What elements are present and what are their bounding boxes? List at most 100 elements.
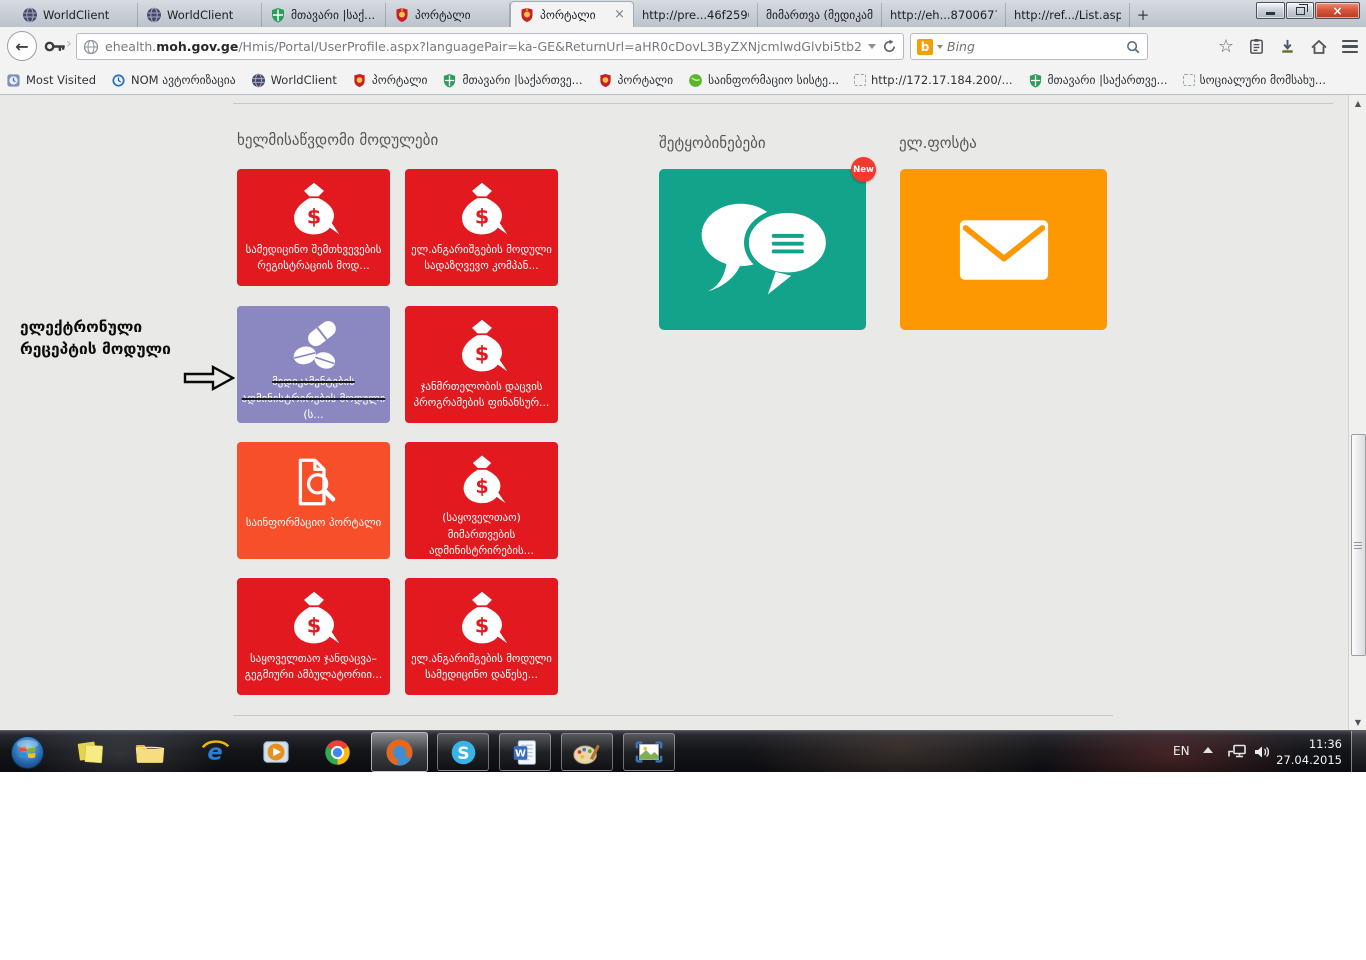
blank-area — [0, 772, 1366, 960]
url-bar[interactable]: ehealth.moh.gov.ge/Hmis/Portal/UserProfi… — [76, 33, 904, 60]
messages-tile[interactable]: New — [659, 169, 866, 330]
restore-button[interactable] — [1286, 2, 1314, 19]
search-bar[interactable]: b Bing — [910, 33, 1148, 60]
bookmarks-bar: Most Visited NOM ავტორიზაცია WorldClient… — [0, 66, 1366, 95]
network-icon[interactable] — [1226, 743, 1248, 760]
bookmark-worldclient[interactable]: WorldClient — [251, 73, 337, 88]
default-bookmark-icon — [1183, 74, 1195, 86]
tab-pre[interactable]: http://pre...46f2590af — [634, 3, 758, 27]
bookmark-ip[interactable]: http://172.17.184.200/... — [854, 73, 1013, 87]
default-bookmark-icon — [854, 74, 866, 86]
scroll-up-button[interactable]: ▲ — [1350, 95, 1366, 111]
url-dropdown-icon[interactable] — [868, 44, 876, 49]
key-icon — [44, 40, 66, 53]
top-divider — [233, 103, 1333, 104]
module-tile-health-programs[interactable]: $ ჯანმრთელობის დაცვის პროგრამების ფინანს… — [405, 306, 558, 423]
most-visited-icon — [6, 73, 21, 88]
tab-close-icon[interactable]: × — [612, 7, 625, 22]
taskbar-clock[interactable]: 11:36 27.04.2015 — [1272, 736, 1342, 768]
reload-icon[interactable] — [882, 39, 897, 54]
bing-icon[interactable]: b — [917, 39, 933, 55]
downloads-icon[interactable] — [1279, 38, 1296, 55]
snipping-tool-taskbar-button[interactable] — [623, 733, 675, 771]
paint-taskbar-button[interactable] — [561, 733, 613, 771]
bookmark-nom[interactable]: NOM ავტორიზაცია — [111, 73, 236, 88]
tab-label: http://eh...870067780 — [890, 8, 997, 22]
menu-icon[interactable] — [1342, 40, 1358, 54]
tab-label: http://ref.../List.aspx — [1014, 8, 1121, 22]
media-player-icon[interactable] — [256, 734, 296, 770]
bookmark-label: მთავარი |საქართვე... — [1048, 73, 1168, 87]
bookmark-label: სოციალური მომსახუ... — [1200, 73, 1326, 87]
skype-taskbar-button[interactable]: S — [437, 733, 489, 771]
tab-mtavari[interactable]: მთავარი |საქ... — [262, 3, 386, 27]
bookmark-portal-1[interactable]: პორტალი — [352, 73, 428, 88]
worldclient-globe-icon — [251, 73, 266, 88]
svg-text:$: $ — [474, 205, 489, 229]
bookmark-most-visited[interactable]: Most Visited — [6, 73, 96, 88]
bookmark-mtavari-2[interactable]: მთავარი |საქართვე... — [1028, 73, 1168, 88]
home-icon[interactable] — [1310, 38, 1328, 56]
bookmarks-list-icon[interactable] — [1248, 38, 1265, 55]
hidden-icons-arrow[interactable] — [1203, 747, 1213, 753]
bookmark-mtavari-1[interactable]: მთავარი |საქართვე... — [442, 73, 582, 88]
module-tile-medications[interactable]: მედიკამენტების ადმინისტრირების მოდული (ს… — [237, 306, 390, 423]
bookmark-social[interactable]: სოციალური მომსახუ... — [1183, 73, 1326, 87]
restore-icon — [1296, 7, 1305, 15]
explorer-folder-icon[interactable] — [130, 734, 170, 770]
tab-portal-1[interactable]: პორტალი — [386, 3, 510, 27]
module-tile-referrals[interactable]: $ (საყოველთაო) მიმართვების ადმინისტრირებ… — [405, 442, 558, 559]
search-placeholder: Bing — [947, 39, 1121, 54]
tab-worldclient-2[interactable]: WorldClient — [138, 3, 262, 27]
bookmark-star-icon[interactable]: ☆ — [1218, 38, 1234, 56]
page-scrollbar[interactable]: ▲ ▼ — [1348, 95, 1366, 730]
snipping-tool-icon — [634, 737, 664, 767]
language-indicator[interactable]: EN — [1173, 744, 1190, 758]
tab-worldclient-1[interactable]: WorldClient — [14, 3, 138, 27]
firefox-icon — [384, 737, 415, 768]
bookmark-label: პორტალი — [618, 73, 674, 87]
tab-ref[interactable]: http://ref.../List.aspx — [1006, 3, 1130, 27]
tab-eh[interactable]: http://eh...870067780 — [882, 3, 1006, 27]
modules-section-header: ხელმისაწვდომი მოდულები — [237, 131, 438, 149]
email-tile[interactable] — [900, 169, 1107, 330]
scroll-down-button[interactable]: ▼ — [1350, 714, 1366, 730]
module-tile-ereport-insurance[interactable]: $ ელ.ანგარიშგების მოდული სადაზღვევო კომპ… — [405, 169, 558, 286]
minimize-button[interactable] — [1256, 2, 1285, 19]
clock-icon — [111, 73, 126, 88]
module-tile-label: (საყოველთაო) მიმართვების ადმინისტრირების… — [409, 510, 555, 559]
tab-mimartva[interactable]: მიმართვა (მედიკამ... — [758, 3, 882, 27]
tab-label: WorldClient — [43, 8, 129, 22]
chrome-icon[interactable] — [317, 734, 357, 770]
search-icon[interactable] — [1125, 39, 1141, 55]
close-button[interactable]: × — [1315, 2, 1360, 19]
tab-label: პორტალი — [540, 8, 607, 22]
internet-explorer-icon[interactable]: e — [195, 734, 235, 770]
svg-text:$: $ — [474, 614, 489, 638]
search-engine-dropdown-icon[interactable] — [937, 45, 943, 49]
chevron-separator: › — [66, 36, 72, 52]
module-tile-info-portal[interactable]: საინფორმაციო პორტალი — [237, 442, 390, 559]
svg-text:$: $ — [306, 614, 321, 638]
scrollbar-thumb[interactable] — [1351, 434, 1366, 656]
clock-time: 11:36 — [1272, 736, 1342, 752]
bookmark-infosystem[interactable]: საინფორმაციო სისტე... — [688, 73, 839, 88]
back-button[interactable]: ← — [7, 31, 37, 61]
document-search-icon — [285, 453, 343, 511]
new-tab-button[interactable]: + — [1130, 3, 1156, 27]
bookmark-label: საინფორმაციო სისტე... — [708, 73, 839, 87]
module-tile-label: სამედიცინო შემთხვევების რეგისტრაციის მოდ… — [241, 242, 387, 274]
svg-text:$: $ — [306, 205, 321, 229]
word-taskbar-button[interactable]: W — [499, 733, 551, 771]
sticky-notes-icon[interactable] — [70, 734, 110, 770]
volume-icon[interactable] — [1253, 745, 1271, 759]
bookmark-portal-2[interactable]: პორტალი — [598, 73, 674, 88]
show-desktop-button[interactable] — [1351, 731, 1366, 773]
start-button[interactable] — [7, 734, 47, 770]
tab-portal-active[interactable]: პორტალი × — [510, 1, 634, 27]
module-tile-ereport-medical[interactable]: $ ელ.ანგარიშგების მოდული სამედიცინო დაწე… — [405, 578, 558, 695]
bookmark-label: პორტალი — [372, 73, 428, 87]
module-tile-universal-healthcare[interactable]: $ საყოველთაო ჯანდაცვა– გეგმიური ამბულატო… — [237, 578, 390, 695]
firefox-taskbar-button[interactable] — [371, 732, 428, 772]
module-tile-medical-cases[interactable]: $ სამედიცინო შემთხვევების რეგისტრაციის მ… — [237, 169, 390, 286]
